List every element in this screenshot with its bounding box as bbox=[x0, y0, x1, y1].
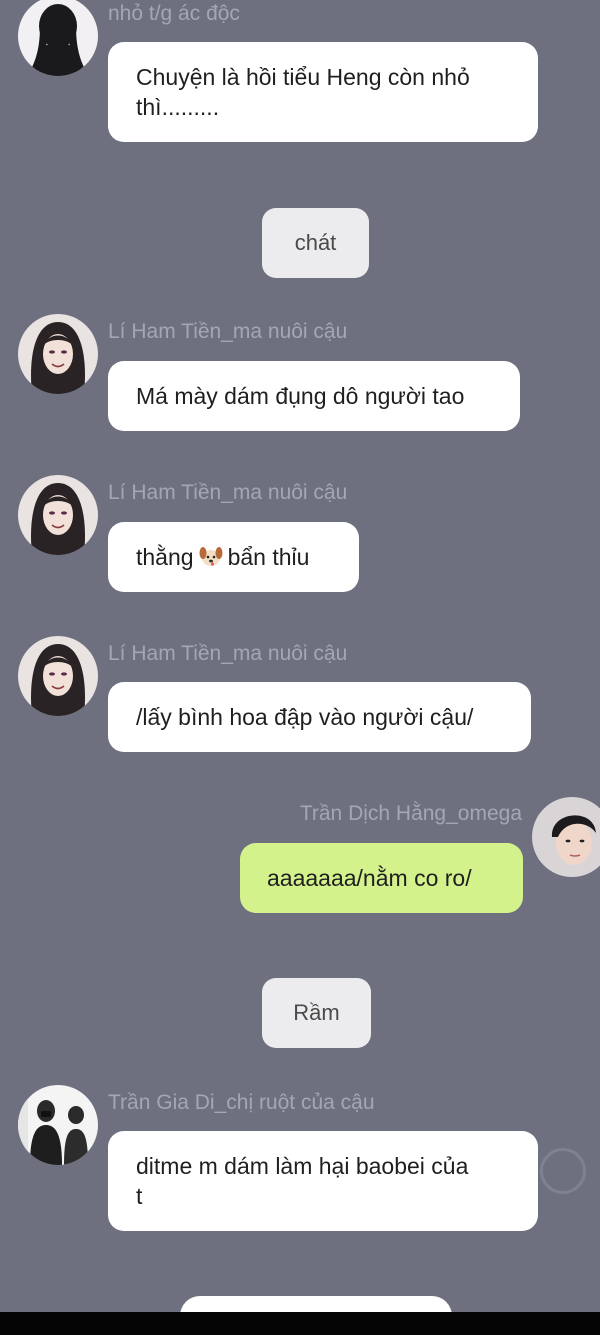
message-text-line: /lấy bình hoa đập vào người cậu/ bbox=[136, 704, 474, 730]
long-hair-girl-avatar-icon bbox=[18, 314, 98, 394]
dog-emoji-icon bbox=[199, 547, 223, 566]
message-text-line: Chuyện là hồi tiểu Heng còn nhỏ bbox=[136, 64, 470, 90]
sender-name: nhỏ t/g ác độc bbox=[108, 2, 240, 25]
message-bubble[interactable]: /lấy bình hoa đập vào người cậu/ bbox=[108, 682, 531, 752]
system-sound-effect[interactable]: Rầm bbox=[262, 978, 371, 1048]
message-text-part: thằng bbox=[136, 544, 194, 570]
message-text-line: aaaaaaa/nằm co ro/ bbox=[267, 865, 472, 891]
sender-avatar-tran-dich-hang[interactable] bbox=[532, 797, 600, 877]
sender-name: Trần Gia Di_chị ruột của cậu bbox=[108, 1091, 375, 1114]
sender-avatar-li-ham-tien[interactable] bbox=[18, 636, 98, 716]
message-bubble-outgoing[interactable]: aaaaaaa/nằm co ro/ bbox=[240, 843, 523, 913]
sender-name: Lí Ham Tiền_ma nuôi cậu bbox=[108, 320, 348, 343]
message-bubble[interactable]: Chuyện là hồi tiểu Heng còn nhỏ thì.....… bbox=[108, 42, 538, 142]
boy-avatar-icon bbox=[532, 797, 600, 877]
long-hair-girl-avatar-icon bbox=[18, 636, 98, 716]
two-people-photo-avatar-icon bbox=[18, 1085, 98, 1165]
message-bubble[interactable]: thằng bẩn thỉu bbox=[108, 522, 359, 592]
scroll-to-bottom-icon[interactable] bbox=[540, 1148, 586, 1194]
sender-avatar-tran-gia-di[interactable] bbox=[18, 1085, 98, 1165]
bottom-navigation-bar bbox=[0, 1312, 600, 1335]
message-text-line: thằng bẩn thỉu bbox=[136, 542, 331, 572]
message-bubble[interactable]: ditme m dám làm hại baobei của t bbox=[108, 1131, 538, 1231]
sender-avatar-author[interactable] bbox=[18, 0, 98, 76]
sender-avatar-li-ham-tien[interactable] bbox=[18, 475, 98, 555]
message-text-line: ditme m dám làm hại baobei của bbox=[136, 1153, 469, 1179]
sender-name: Lí Ham Tiền_ma nuôi cậu bbox=[108, 642, 348, 665]
message-text-part: bẩn thỉu bbox=[227, 544, 310, 570]
message-text-line: t bbox=[136, 1183, 143, 1209]
sender-name: Lí Ham Tiền_ma nuôi cậu bbox=[108, 481, 348, 504]
sender-name: Trần Dịch Hằng_omega bbox=[299, 802, 522, 825]
long-hair-girl-avatar-icon bbox=[18, 475, 98, 555]
sender-avatar-li-ham-tien[interactable] bbox=[18, 314, 98, 394]
dark-silhouette-avatar-icon bbox=[18, 0, 98, 76]
message-text-line: Má mày dám đụng dô người tao bbox=[136, 383, 465, 409]
message-text-line: thì......... bbox=[136, 94, 220, 120]
message-bubble[interactable]: Má mày dám đụng dô người tao bbox=[108, 361, 520, 431]
system-sound-effect[interactable]: chát bbox=[262, 208, 369, 278]
